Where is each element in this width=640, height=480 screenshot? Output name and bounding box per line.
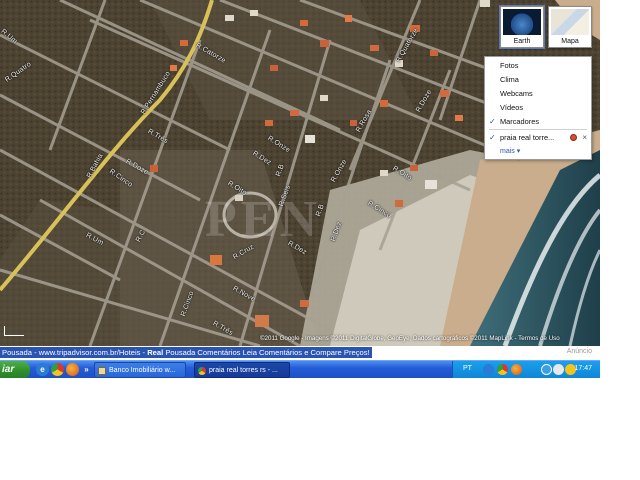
earth-view-button[interactable]: Earth bbox=[499, 5, 545, 49]
globe-icon bbox=[503, 9, 541, 35]
ad-rest: Pousada Comentários Leia Comentários e C… bbox=[163, 348, 370, 357]
language-indicator[interactable]: PT bbox=[463, 365, 472, 372]
layer-webcams[interactable]: Webcams bbox=[485, 87, 591, 100]
map-copyright: ©2011 Google - Imagens ©2011 DigitalGlob… bbox=[260, 335, 560, 342]
layer-label: Vídeos bbox=[500, 103, 524, 112]
more-layers-link[interactable]: mais ▾ bbox=[500, 147, 520, 155]
ad-bar: Pousada - www.tripadvisor.com.br/Hoteis … bbox=[0, 346, 600, 360]
scale-bar bbox=[4, 326, 24, 336]
checkmark-icon: ✓ bbox=[489, 117, 496, 126]
network-icon[interactable] bbox=[541, 364, 552, 375]
layer-label: Fotos bbox=[500, 61, 519, 70]
ie-tray-icon[interactable] bbox=[483, 364, 494, 375]
layer-weather[interactable]: Clima bbox=[485, 73, 591, 86]
firefox-icon[interactable] bbox=[66, 363, 79, 376]
marker-icon bbox=[570, 134, 577, 141]
task-label: praia real torres rs - ... bbox=[209, 367, 278, 374]
ad-prefix: Pousada - www.tripadvisor.com.br/Hoteis … bbox=[2, 348, 148, 357]
earth-view-label: Earth bbox=[513, 38, 531, 45]
window-icon bbox=[98, 367, 106, 375]
watermark: PEN bbox=[205, 191, 321, 248]
map-view-button[interactable]: Mapa bbox=[548, 6, 592, 48]
layer-photos[interactable]: Fotos bbox=[485, 59, 591, 72]
task-banco-imobiliario[interactable]: Banco Imobiliário w... bbox=[94, 362, 186, 378]
system-tray: PT 17:47 bbox=[452, 361, 600, 379]
checkmark-icon: ✓ bbox=[489, 133, 496, 142]
map-icon bbox=[551, 9, 589, 35]
ad-link[interactable]: Pousada - www.tripadvisor.com.br/Hoteis … bbox=[0, 347, 372, 358]
volume-icon[interactable] bbox=[553, 364, 564, 375]
ad-label: Anúncio bbox=[566, 348, 592, 355]
task-chrome-window[interactable]: praia real torres rs - ... bbox=[194, 362, 290, 378]
layers-divider bbox=[489, 129, 587, 130]
remove-layer-icon[interactable]: × bbox=[582, 131, 587, 144]
layer-label: Clima bbox=[500, 75, 519, 84]
layer-videos[interactable]: Vídeos bbox=[485, 101, 591, 114]
layer-label: Webcams bbox=[500, 89, 533, 98]
clock[interactable]: 17:47 bbox=[574, 365, 592, 372]
desktop-screen: PEN R.Quatro R.Um R.Pernambuco R.Bahia R… bbox=[0, 0, 640, 480]
chrome-tray-icon[interactable] bbox=[497, 364, 508, 375]
chrome-icon[interactable] bbox=[51, 363, 64, 376]
ad-highlight: Real bbox=[147, 348, 164, 357]
empty-area bbox=[0, 378, 640, 480]
more-icon[interactable]: » bbox=[80, 363, 93, 376]
task-label: Banco Imobiliário w... bbox=[109, 367, 176, 374]
taskbar: iar e » Banco Imobiliário w... praia rea… bbox=[0, 360, 600, 379]
ie-icon[interactable]: e bbox=[36, 363, 49, 376]
start-button[interactable]: iar bbox=[0, 361, 30, 379]
chrome-icon bbox=[198, 367, 206, 375]
layer-saved-place[interactable]: ✓ praia real torre... × bbox=[485, 131, 591, 144]
layer-bookmarks[interactable]: ✓ Marcadores bbox=[485, 115, 591, 128]
layer-label: Marcadores bbox=[500, 117, 540, 126]
firefox-tray-icon[interactable] bbox=[511, 364, 522, 375]
layer-label: praia real torre... bbox=[500, 133, 555, 142]
satellite-map[interactable]: PEN R.Quatro R.Um R.Pernambuco R.Bahia R… bbox=[0, 0, 600, 346]
map-view-label: Mapa bbox=[561, 38, 579, 45]
layers-menu: Fotos Clima Webcams Vídeos ✓ Marcadores … bbox=[484, 56, 592, 160]
